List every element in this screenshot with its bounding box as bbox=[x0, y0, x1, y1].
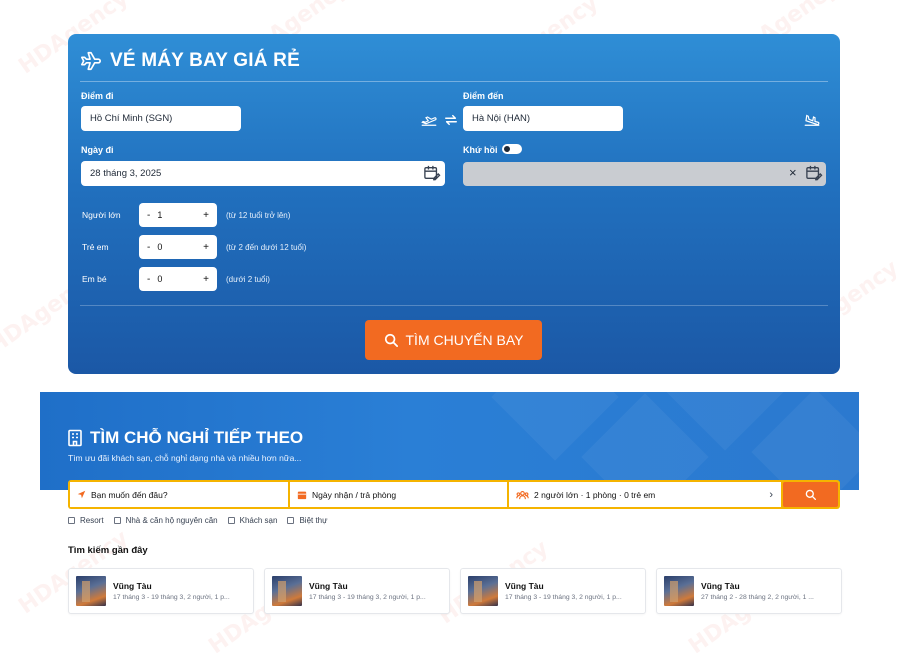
destination-input[interactable]: Bạn muốn đến đâu? bbox=[70, 482, 288, 507]
calendar-icon[interactable] bbox=[423, 165, 441, 181]
stepper-value: 1 bbox=[157, 210, 163, 220]
pax-label: Em bé bbox=[82, 274, 107, 284]
search-icon bbox=[805, 489, 816, 500]
increment-button[interactable]: + bbox=[203, 242, 209, 253]
recent-search-card[interactable]: Vũng Tàu 17 tháng 3 - 19 tháng 3, 2 ngườ… bbox=[264, 568, 450, 614]
destination-placeholder: Bạn muốn đến đâu? bbox=[91, 489, 168, 500]
checkbox[interactable] bbox=[68, 517, 75, 524]
hotel-thumbnail bbox=[664, 576, 694, 606]
search-flight-label: TÌM CHUYẾN BAY bbox=[405, 332, 524, 348]
dates-placeholder: Ngày nhận / trả phòng bbox=[312, 489, 397, 500]
pax-note: (dưới 2 tuổi) bbox=[226, 274, 270, 284]
hotel-thumbnail bbox=[272, 576, 302, 606]
depart-label: Ngày đi bbox=[81, 145, 114, 155]
to-label: Điểm đến bbox=[463, 91, 504, 101]
pax-row-infant: Em bé - 0 + (dưới 2 tuổi) bbox=[82, 267, 270, 291]
pax-note: (từ 12 tuổi trở lên) bbox=[226, 210, 291, 220]
search-icon bbox=[384, 333, 398, 347]
to-input[interactable]: Hà Nội (HAN) bbox=[463, 106, 623, 131]
divider bbox=[80, 81, 828, 82]
divider bbox=[80, 305, 828, 306]
filter-villa[interactable]: Biệt thự bbox=[287, 516, 328, 525]
pax-note: (từ 2 đến dưới 12 tuổi) bbox=[226, 242, 307, 252]
plane-icon bbox=[81, 51, 101, 71]
child-stepper: - 0 + bbox=[139, 235, 217, 259]
guests-selector[interactable]: 2 người lớn · 1 phòng · 0 trẻ em › bbox=[509, 482, 781, 507]
filter-house-apartment[interactable]: Nhà & căn hộ nguyên căn bbox=[113, 516, 218, 525]
return-label: Khứ hồi bbox=[463, 145, 498, 155]
calendar-icon bbox=[297, 491, 307, 499]
recent-destination: Vũng Tàu bbox=[309, 581, 348, 591]
from-label: Điểm đi bbox=[81, 91, 114, 101]
filter-hotel[interactable]: Khách sạn bbox=[227, 516, 278, 525]
guests-value: 2 người lớn · 1 phòng · 0 trẻ em bbox=[534, 489, 656, 500]
recent-detail: 27 tháng 2 - 28 tháng 2, 2 người, 1 ... bbox=[701, 594, 814, 601]
swap-icon[interactable] bbox=[444, 112, 458, 128]
hotel-thumbnail bbox=[76, 576, 106, 606]
recent-destination: Vũng Tàu bbox=[113, 581, 152, 591]
recent-searches-list: Vũng Tàu 17 tháng 3 - 19 tháng 3, 2 ngườ… bbox=[68, 568, 842, 614]
hotel-title-text: TÌM CHỖ NGHỈ TIẾP THEO bbox=[90, 428, 304, 447]
recent-search-card[interactable]: Vũng Tàu 17 tháng 3 - 19 tháng 3, 2 ngườ… bbox=[68, 568, 254, 614]
filter-label: Nhà & căn hộ nguyên căn bbox=[125, 516, 218, 525]
pax-row-adult: Người lớn - 1 + (từ 12 tuổi trở lên) bbox=[82, 203, 290, 227]
filter-label: Resort bbox=[80, 516, 104, 525]
increment-button[interactable]: + bbox=[203, 274, 209, 285]
recent-search-card[interactable]: Vũng Tàu 17 tháng 3 - 19 tháng 3, 2 ngườ… bbox=[460, 568, 646, 614]
calendar-icon[interactable] bbox=[805, 165, 823, 181]
filter-label: Khách sạn bbox=[239, 516, 278, 525]
stepper-value: 0 bbox=[157, 242, 163, 252]
hotel-search-bar: Bạn muốn đến đâu? Ngày nhận / trả phòng … bbox=[68, 480, 840, 509]
recent-search-card[interactable]: Vũng Tàu 27 tháng 2 - 28 tháng 2, 2 ngườ… bbox=[656, 568, 842, 614]
recent-searches-title: Tìm kiếm gần đây bbox=[68, 545, 148, 556]
from-input[interactable]: Hồ Chí Minh (SGN) bbox=[81, 106, 241, 131]
recent-destination: Vũng Tàu bbox=[701, 581, 740, 591]
hotel-title: TÌM CHỖ NGHỈ TIẾP THEO bbox=[67, 428, 303, 448]
hotel-icon bbox=[68, 429, 82, 447]
hotel-subtitle: Tìm ưu đãi khách sạn, chỗ nghỉ dạng nhà … bbox=[68, 453, 302, 463]
depart-date-input[interactable]: 28 tháng 3, 2025 bbox=[81, 161, 445, 186]
flight-card-title: VÉ MÁY BAY GIÁ RẺ bbox=[80, 50, 300, 72]
pax-label: Người lớn bbox=[82, 210, 121, 220]
checkbox[interactable] bbox=[227, 517, 235, 524]
stepper-value: 0 bbox=[157, 274, 163, 284]
return-date-input[interactable] bbox=[463, 162, 826, 186]
hotel-banner: TÌM CHỖ NGHỈ TIẾP THEO Tìm ưu đãi khách … bbox=[40, 392, 859, 490]
flight-search-card: VÉ MÁY BAY GIÁ RẺ Điểm đi Hồ Chí Minh (S… bbox=[68, 34, 840, 374]
search-flight-button[interactable]: TÌM CHUYẾN BAY bbox=[365, 320, 542, 360]
people-icon bbox=[516, 490, 529, 499]
pax-row-child: Trẻ em - 0 + (từ 2 đến dưới 12 tuổi) bbox=[82, 235, 306, 259]
infant-stepper: - 0 + bbox=[139, 267, 217, 291]
hotel-search-button[interactable] bbox=[783, 482, 838, 507]
hotel-thumbnail bbox=[468, 576, 498, 606]
dates-input[interactable]: Ngày nhận / trả phòng bbox=[290, 482, 507, 507]
recent-detail: 17 tháng 3 - 19 tháng 3, 2 người, 1 p... bbox=[505, 594, 622, 601]
close-icon[interactable]: × bbox=[789, 165, 797, 180]
return-toggle[interactable] bbox=[502, 144, 522, 154]
adult-stepper: - 1 + bbox=[139, 203, 217, 227]
flight-title-text: VÉ MÁY BAY GIÁ RẺ bbox=[110, 50, 300, 71]
pax-label: Trẻ em bbox=[82, 242, 109, 252]
checkbox[interactable] bbox=[113, 517, 121, 524]
recent-destination: Vũng Tàu bbox=[505, 581, 544, 591]
checkbox[interactable] bbox=[287, 517, 295, 524]
chevron-right-icon: › bbox=[769, 488, 773, 501]
property-type-filters: Resort Nhà & căn hộ nguyên căn Khách sạn… bbox=[68, 516, 328, 525]
recent-detail: 17 tháng 3 - 19 tháng 3, 2 người, 1 p... bbox=[309, 594, 426, 601]
takeoff-icon bbox=[421, 116, 437, 126]
landing-icon bbox=[804, 114, 820, 126]
recent-detail: 17 tháng 3 - 19 tháng 3, 2 người, 1 p... bbox=[113, 594, 230, 601]
location-arrow-icon bbox=[77, 490, 86, 499]
filter-label: Biệt thự bbox=[299, 516, 328, 525]
filter-resort[interactable]: Resort bbox=[68, 516, 104, 525]
increment-button[interactable]: + bbox=[203, 210, 209, 221]
